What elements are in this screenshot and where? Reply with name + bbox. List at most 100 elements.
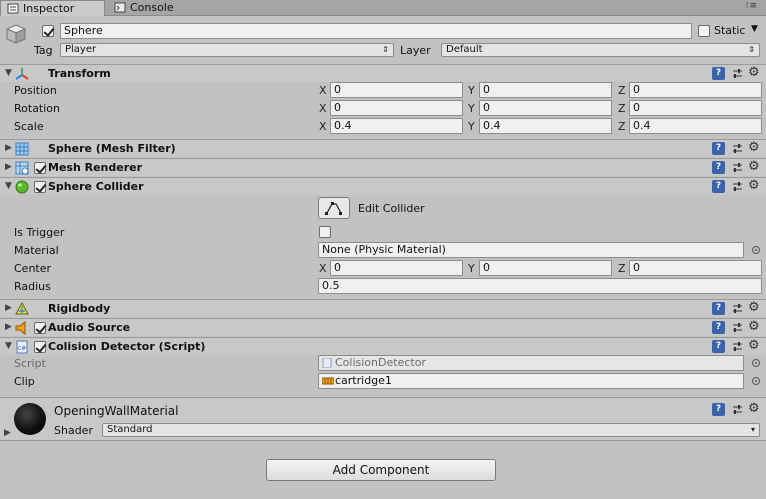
tag-dropdown[interactable]: Player ⇕ — [60, 43, 394, 57]
preset-icon[interactable] — [731, 321, 744, 334]
mesh-renderer-icon — [15, 161, 29, 175]
gear-icon[interactable]: ⚙ — [748, 319, 760, 334]
gear-icon[interactable]: ⚙ — [748, 300, 760, 315]
help-icon[interactable]: ? — [712, 67, 725, 80]
object-picker-icon[interactable] — [752, 377, 760, 385]
rotation-y-field[interactable]: 0 — [479, 100, 612, 116]
center-x-field[interactable]: 0 — [330, 260, 463, 276]
clip-field[interactable]: cartridge1 — [318, 373, 744, 389]
gameobject-name-field[interactable]: Sphere — [60, 23, 692, 39]
help-icon[interactable]: ? — [712, 302, 725, 315]
component-tools: ? ⚙ — [712, 65, 762, 81]
edit-collider-label: Edit Collider — [358, 202, 425, 215]
fold-down-icon[interactable]: ▼ — [5, 68, 12, 78]
layer-dropdown[interactable]: Default ⇕ — [441, 43, 760, 57]
sphere-collider-header[interactable]: ▼ Sphere Collider ? ⚙ — [0, 177, 766, 195]
axis-z-label: Z — [618, 84, 626, 97]
audio-clip-icon — [322, 377, 334, 385]
layer-label: Layer — [400, 44, 431, 57]
shader-label: Shader — [54, 424, 93, 437]
axis-x-label: X — [319, 120, 327, 133]
rotation-z-field[interactable]: 0 — [629, 100, 762, 116]
position-label: Position — [14, 84, 57, 97]
component-tools: ? ⚙ — [712, 300, 762, 316]
gear-icon[interactable]: ⚙ — [748, 401, 760, 416]
center-y-field[interactable]: 0 — [479, 260, 612, 276]
gear-icon[interactable]: ⚙ — [748, 178, 760, 193]
radius-field[interactable]: 0.5 — [318, 278, 762, 294]
colision-detector-header[interactable]: ▼ c# Colision Detector (Script) ? ⚙ — [0, 337, 766, 355]
fold-right-icon[interactable]: ▶ — [4, 428, 11, 438]
edit-collider-button[interactable] — [318, 197, 350, 219]
material-preview-sphere — [14, 403, 46, 435]
static-checkbox[interactable] — [698, 25, 710, 37]
help-icon[interactable]: ? — [712, 403, 725, 416]
position-y-field[interactable]: 0 — [479, 82, 612, 98]
shader-dropdown[interactable]: Standard ▾ — [102, 423, 760, 437]
help-icon[interactable]: ? — [712, 340, 725, 353]
axis-x-label: X — [319, 84, 327, 97]
axis-z-label: Z — [618, 102, 626, 115]
component-tools: ? ⚙ — [712, 159, 762, 175]
mesh-filter-header[interactable]: ▶ Sphere (Mesh Filter) ? ⚙ — [0, 139, 766, 157]
mesh-renderer-enabled-checkbox[interactable] — [34, 162, 46, 174]
fold-right-icon[interactable]: ▶ — [5, 143, 12, 153]
mesh-renderer-header[interactable]: ▶ Mesh Renderer ? ⚙ — [0, 158, 766, 176]
gear-icon[interactable]: ⚙ — [748, 159, 760, 174]
component-tools: ? ⚙ — [712, 338, 762, 354]
scale-x-field[interactable]: 0.4 — [330, 118, 463, 134]
preset-icon[interactable] — [731, 142, 744, 155]
scale-y-field[interactable]: 0.4 — [479, 118, 612, 134]
tab-console[interactable]: Console — [108, 0, 178, 16]
transform-header[interactable]: ▼ Transform ? ⚙ — [0, 64, 766, 82]
help-icon[interactable]: ? — [712, 321, 725, 334]
tab-bar: Inspector Console ⁝≡ — [0, 0, 766, 16]
tag-value: Player — [65, 44, 97, 55]
center-z-field[interactable]: 0 — [629, 260, 762, 276]
gameobject-header: Sphere Static ▼ Tag Player ⇕ Layer Defau… — [0, 17, 766, 63]
preset-icon[interactable] — [731, 403, 744, 416]
preset-icon[interactable] — [731, 340, 744, 353]
preset-icon[interactable] — [731, 161, 744, 174]
gear-icon[interactable]: ⚙ — [748, 65, 760, 80]
tab-menu-icon[interactable]: ⁝≡ — [746, 1, 758, 11]
preset-icon[interactable] — [731, 302, 744, 315]
position-x-field[interactable]: 0 — [330, 82, 463, 98]
position-z-field[interactable]: 0 — [629, 82, 762, 98]
axis-z-label: Z — [618, 120, 626, 133]
component-tools: ? ⚙ — [712, 140, 762, 156]
help-icon[interactable]: ? — [712, 142, 725, 155]
object-picker-icon[interactable] — [752, 359, 760, 367]
preset-icon[interactable] — [731, 67, 744, 80]
gameobject-active-checkbox[interactable] — [42, 25, 54, 37]
fold-right-icon[interactable]: ▶ — [5, 162, 12, 172]
rotation-x-field[interactable]: 0 — [330, 100, 463, 116]
gear-icon[interactable]: ⚙ — [748, 140, 760, 155]
audio-source-enabled-checkbox[interactable] — [34, 322, 46, 334]
fold-right-icon[interactable]: ▶ — [5, 322, 12, 332]
add-component-button[interactable]: Add Component — [266, 459, 496, 481]
static-dropdown-icon[interactable]: ▼ — [751, 24, 758, 34]
mesh-renderer-title: Mesh Renderer — [48, 161, 143, 174]
colision-detector-enabled-checkbox[interactable] — [34, 341, 46, 353]
script-icon: c# — [16, 340, 28, 354]
help-icon[interactable]: ? — [712, 180, 725, 193]
script-label: Script — [14, 357, 46, 370]
component-tools: ? ⚙ — [712, 178, 762, 194]
physic-material-field[interactable]: None (Physic Material) — [318, 242, 744, 258]
tab-inspector[interactable]: Inspector — [0, 0, 105, 16]
object-picker-icon[interactable] — [752, 246, 760, 254]
fold-down-icon[interactable]: ▼ — [5, 341, 12, 351]
audio-source-header[interactable]: ▶ Audio Source ? ⚙ — [0, 318, 766, 336]
gear-icon[interactable]: ⚙ — [748, 338, 760, 353]
fold-right-icon[interactable]: ▶ — [5, 303, 12, 313]
script-field: ColisionDetector — [318, 355, 744, 371]
fold-down-icon[interactable]: ▼ — [5, 181, 12, 191]
is-trigger-checkbox[interactable] — [319, 226, 331, 238]
preset-icon[interactable] — [731, 180, 744, 193]
colision-detector-title: Colision Detector (Script) — [48, 340, 206, 353]
sphere-collider-enabled-checkbox[interactable] — [34, 181, 46, 193]
scale-z-field[interactable]: 0.4 — [629, 118, 762, 134]
rigidbody-header[interactable]: ▶ Rigidbody ? ⚙ — [0, 299, 766, 317]
help-icon[interactable]: ? — [712, 161, 725, 174]
